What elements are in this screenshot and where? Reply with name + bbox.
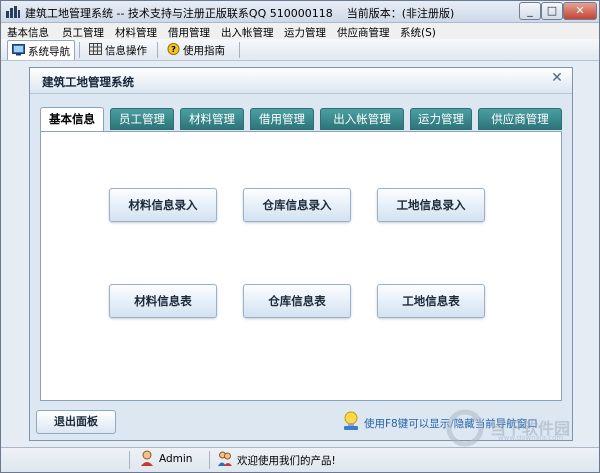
status-divider (129, 451, 130, 469)
status-divider (209, 451, 210, 469)
menu-materials[interactable]: 材料管理 (115, 25, 157, 40)
tab-basic-info[interactable]: 基本信息 (40, 107, 104, 132)
close-button[interactable]: ✕ (563, 2, 597, 20)
nav-toggle-button[interactable]: 系统导航 (7, 40, 75, 60)
tab-materials[interactable]: 材料管理 (180, 108, 244, 130)
navigation-panel: 建筑工地管理系统 ✕ 基本信息 员工管理 材料管理 借用管理 出入帐管理 运力管… (29, 67, 573, 441)
menu-accounts[interactable]: 出入帐管理 (221, 25, 274, 40)
menu-transport[interactable]: 运力管理 (284, 25, 326, 40)
toolbar-divider (157, 42, 158, 58)
tool-bar: 系统导航 信息操作 ? 使用指南 (1, 39, 599, 61)
watermark-url: www.downxia.com (498, 434, 564, 442)
minimize-button[interactable]: _ (519, 2, 541, 20)
warehouse-entry-button[interactable]: 仓库信息录入 (243, 188, 351, 222)
tab-borrow[interactable]: 借用管理 (250, 108, 314, 130)
tab-transport[interactable]: 运力管理 (410, 108, 472, 130)
module-tabs: 基本信息 员工管理 材料管理 借用管理 出入帐管理 运力管理 供应商管理 (40, 107, 562, 132)
menu-staff[interactable]: 员工管理 (62, 25, 104, 40)
info-ops-label: 信息操作 (105, 45, 147, 57)
menu-basic-info[interactable]: 基本信息 (7, 25, 49, 40)
menu-borrow[interactable]: 借用管理 (168, 25, 210, 40)
tab-suppliers[interactable]: 供应商管理 (478, 108, 562, 130)
grid-icon (89, 43, 102, 55)
nav-toggle-label: 系统导航 (28, 46, 70, 58)
help-icon: ? (167, 43, 180, 55)
app-window: 建筑工地管理系统 -- 技术支持与注册正版联系QQ 510000118 当前版本… (0, 0, 600, 473)
lightbulb-icon (344, 411, 358, 430)
tab-staff[interactable]: 员工管理 (110, 108, 174, 130)
material-entry-button[interactable]: 材料信息录入 (109, 188, 217, 222)
info-ops-button[interactable]: 信息操作 (85, 40, 151, 60)
status-welcome: 欢迎使用我们的产品! (237, 455, 336, 467)
panel-title: 建筑工地管理系统 (42, 75, 134, 89)
toolbar-divider (79, 42, 80, 58)
material-table-button[interactable]: 材料信息表 (109, 284, 217, 318)
watermark-logo: 当下软件园 www.downxia.com (446, 409, 596, 447)
watermark-icon (446, 409, 484, 447)
tab-content: 材料信息录入 仓库信息录入 工地信息录入 材料信息表 仓库信息表 工地信息表 (40, 131, 562, 401)
users-icon (218, 451, 232, 466)
maximize-button[interactable]: □ (541, 2, 563, 20)
site-table-button[interactable]: 工地信息表 (377, 284, 485, 318)
menu-system[interactable]: 系统(S) (400, 25, 436, 40)
site-entry-button[interactable]: 工地信息录入 (377, 188, 485, 222)
exit-panel-button[interactable]: 退出面板 (36, 410, 116, 434)
panel-close-icon[interactable]: ✕ (550, 71, 564, 86)
toolbar-divider (239, 42, 240, 58)
status-user: Admin (159, 453, 193, 465)
panel-header: 建筑工地管理系统 ✕ (30, 68, 572, 94)
user-icon (141, 450, 153, 466)
warehouse-table-button[interactable]: 仓库信息表 (243, 284, 351, 318)
monitor-icon (12, 44, 25, 56)
window-title-text: 建筑工地管理系统 -- 技术支持与注册正版联系QQ 510000118 (25, 7, 333, 20)
user-guide-button[interactable]: ? 使用指南 (163, 40, 229, 60)
tab-accounts[interactable]: 出入帐管理 (320, 108, 404, 130)
menu-bar: 基本信息 员工管理 材料管理 借用管理 出入帐管理 运力管理 供应商管理 系统(… (1, 23, 599, 39)
svg-text:?: ? (171, 44, 176, 54)
title-bar[interactable]: 建筑工地管理系统 -- 技术支持与注册正版联系QQ 510000118 当前版本… (1, 1, 599, 23)
user-guide-label: 使用指南 (183, 45, 225, 57)
version-label: 当前版本：(非注册版) (346, 7, 455, 20)
window-title: 建筑工地管理系统 -- 技术支持与注册正版联系QQ 510000118 当前版本… (25, 5, 454, 21)
menu-suppliers[interactable]: 供应商管理 (337, 25, 390, 40)
app-logo-icon (6, 6, 20, 18)
status-bar: Admin 欢迎使用我们的产品! (1, 447, 599, 472)
